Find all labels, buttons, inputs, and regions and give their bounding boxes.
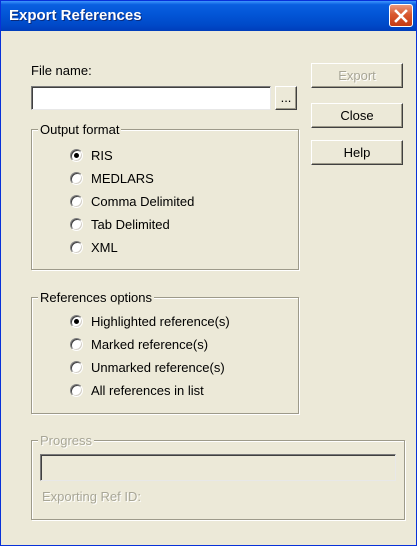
exporting-ref-id-label: Exporting Ref ID: [42,489,141,504]
references-options-legend: References options [38,290,155,305]
browse-button[interactable]: ... [275,86,297,110]
radio-label: XML [91,239,118,255]
output-format-group: Output format RIS MEDLARS Comma Delimite… [31,122,299,270]
radio-button[interactable] [70,217,83,231]
export-references-dialog: Export References File name: ... Export … [0,0,417,546]
radio-button[interactable] [70,171,83,185]
radio-refs-all[interactable]: All references in list [70,381,204,399]
close-button[interactable]: Close [311,103,403,128]
radio-format-medlars[interactable]: MEDLARS [70,169,154,187]
radio-format-xml[interactable]: XML [70,238,118,256]
progress-group: Progress Exporting Ref ID: [31,433,405,520]
radio-button[interactable] [70,337,83,351]
radio-button[interactable] [70,148,83,162]
radio-format-ris[interactable]: RIS [70,146,113,164]
radio-selected-dot [74,152,79,158]
radio-refs-highlighted[interactable]: Highlighted reference(s) [70,312,230,330]
radio-label: Comma Delimited [91,193,195,209]
help-button[interactable]: Help [311,140,403,165]
references-options-group: References options Highlighted reference… [31,290,299,414]
radio-label: Unmarked reference(s) [91,359,225,375]
radio-button[interactable] [70,383,83,397]
close-button-label: Close [340,108,374,123]
radio-format-tab-delimited[interactable]: Tab Delimited [70,215,170,233]
radio-button[interactable] [70,240,83,254]
radio-button[interactable] [70,314,83,328]
radio-refs-marked[interactable]: Marked reference(s) [70,335,208,353]
output-format-legend: Output format [38,122,122,137]
progress-bar [40,454,396,481]
title-bar[interactable]: Export References [1,1,416,31]
radio-format-comma-delimited[interactable]: Comma Delimited [70,192,194,210]
export-button-label: Export [338,68,376,83]
export-button[interactable]: Export [311,63,403,88]
radio-label: Marked reference(s) [91,336,209,352]
browse-button-label: ... [280,89,292,105]
file-name-label: File name: [31,63,92,78]
radio-selected-dot [74,318,79,324]
radio-button[interactable] [70,194,83,208]
radio-label: MEDLARS [91,170,154,186]
radio-refs-unmarked[interactable]: Unmarked reference(s) [70,358,225,376]
radio-label: Tab Delimited [91,216,170,232]
progress-legend: Progress [38,433,95,448]
help-button-label: Help [343,145,371,160]
radio-label: Highlighted reference(s) [91,313,230,329]
radio-button[interactable] [70,360,83,374]
file-name-field[interactable] [31,86,271,110]
close-icon [394,8,408,23]
window-title: Export References [9,7,142,24]
radio-label: RIS [91,147,113,163]
radio-label: All references in list [91,382,204,398]
close-window-button[interactable] [389,4,413,27]
